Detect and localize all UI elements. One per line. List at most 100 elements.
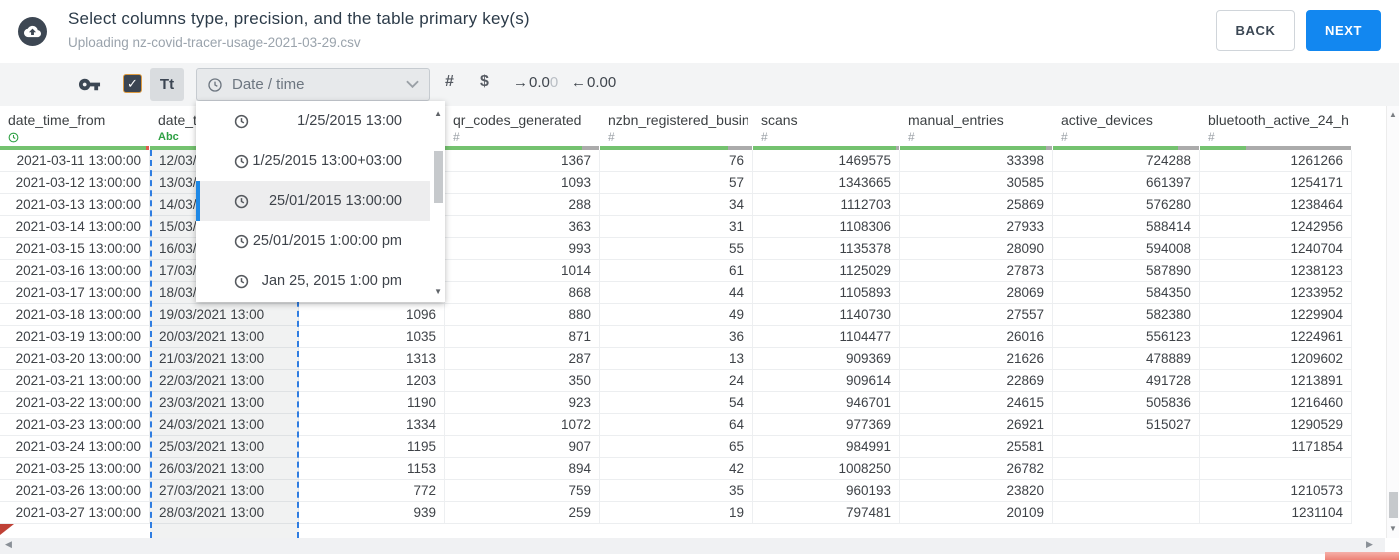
cell: 1072 — [445, 414, 600, 435]
horizontal-scrollbar[interactable]: ◀ ▶ — [0, 538, 1385, 554]
page-title: Select columns type, precision, and the … — [68, 9, 530, 28]
cell: 1238123 — [1200, 260, 1352, 281]
column-header-scans[interactable]: scans # — [753, 106, 900, 146]
primary-key-button[interactable] — [78, 73, 101, 101]
vertical-scrollbar-thumb[interactable] — [1389, 492, 1398, 518]
cell: 24 — [600, 370, 753, 391]
cell: 797481 — [753, 502, 900, 523]
cell: 49 — [600, 304, 753, 325]
horizontal-scrollbar-red-thumb[interactable] — [1325, 552, 1399, 560]
cell: 2021-03-22 13:00:00 — [0, 392, 150, 413]
hash-type-icon: # — [1061, 130, 1068, 144]
table-row: 2021-03-18 13:00:00 19/03/2021 13:00 1096 8… — [0, 304, 1352, 326]
csv-import-wizard: Select columns type, precision, and the … — [0, 0, 1399, 560]
column-header-manual_entries[interactable]: manual_entries # — [900, 106, 1053, 146]
cell: 363 — [445, 216, 600, 237]
cell: 1261266 — [1200, 150, 1352, 171]
cell: 556123 — [1053, 326, 1200, 347]
cell: 588414 — [1053, 216, 1200, 237]
table-row: 2021-03-26 13:00:00 27/03/2021 13:00 772 75… — [0, 480, 1352, 502]
cell: 2021-03-11 13:00:00 — [0, 150, 150, 171]
column-header-date_time_from[interactable]: date_time_from — [0, 106, 150, 146]
cell: 1229904 — [1200, 304, 1352, 325]
cell: 909369 — [753, 348, 900, 369]
cell: 724288 — [1053, 150, 1200, 171]
currency-type-button[interactable]: $ — [480, 73, 489, 91]
column-header-active_devices[interactable]: active_devices # — [1053, 106, 1200, 146]
integer-type-button[interactable]: # — [445, 73, 454, 91]
scroll-right-arrow-icon[interactable]: ▶ — [1366, 539, 1373, 550]
column-header-nzbn_registered_busine[interactable]: nzbn_registered_busine # — [600, 106, 753, 146]
cell: 1238464 — [1200, 194, 1352, 215]
boolean-type-checkbox[interactable]: ✓ — [123, 74, 142, 93]
column-name: bluetooth_active_24_hr_ — [1208, 112, 1348, 128]
next-button[interactable]: NEXT — [1306, 10, 1381, 51]
dropdown-option[interactable]: 1/25/2015 13:00 — [196, 101, 430, 141]
cell: 36 — [600, 326, 753, 347]
cell: 2021-03-23 13:00:00 — [0, 414, 150, 435]
cell: 1231104 — [1200, 502, 1352, 523]
remove-decimal-button[interactable]: ← 0.00 — [571, 74, 616, 91]
datetime-format-dropdown-panel: 1/25/2015 13:00 1/25/2015 13:00+03:00 25/0… — [196, 101, 445, 302]
scroll-down-arrow-icon[interactable]: ▼ — [1387, 524, 1399, 533]
upload-cloud-icon — [18, 17, 47, 46]
cell: 27/03/2021 13:00 — [150, 480, 299, 501]
cell: 1343665 — [753, 172, 900, 193]
cell: 939 — [299, 502, 445, 523]
cell: 977369 — [753, 414, 900, 435]
chevron-down-icon — [406, 80, 419, 89]
cell: 1290529 — [1200, 414, 1352, 435]
cell: 65 — [600, 436, 753, 457]
back-button[interactable]: BACK — [1216, 10, 1295, 51]
datetime-type-dropdown[interactable]: Date / time — [196, 68, 430, 101]
cell: 1224961 — [1200, 326, 1352, 347]
column-name: active_devices — [1061, 112, 1153, 128]
cell: 287 — [445, 348, 600, 369]
cell: 759 — [445, 480, 600, 501]
add-decimal-button[interactable]: → 0.0 0 — [513, 74, 558, 91]
cell: 30585 — [900, 172, 1053, 193]
dropdown-option[interactable]: 25/01/2015 13:00:00 — [196, 181, 430, 221]
vertical-scrollbar[interactable]: ▲ ▼ — [1386, 106, 1399, 538]
cell: 984991 — [753, 436, 900, 457]
dropdown-scroll-up-icon[interactable]: ▲ — [434, 109, 442, 118]
column-header-bluetooth_active_24_hr_[interactable]: bluetooth_active_24_hr_ # — [1200, 106, 1352, 146]
dropdown-option-label: 25/01/2015 1:00:00 pm — [252, 233, 402, 249]
cell: 2021-03-13 13:00:00 — [0, 194, 150, 215]
hash-type-icon: # — [761, 130, 768, 144]
column-header-qr_codes_generated[interactable]: qr_codes_generated # — [445, 106, 600, 146]
cell: 923 — [445, 392, 600, 413]
cell: 1105893 — [753, 282, 900, 303]
abc-type-icon: Abc — [158, 131, 179, 143]
cell: 960193 — [753, 480, 900, 501]
dropdown-scroll-down-icon[interactable]: ▼ — [434, 287, 442, 296]
dropdown-options-list: 1/25/2015 13:00 1/25/2015 13:00+03:00 25/0… — [196, 101, 445, 301]
cell: 22869 — [900, 370, 1053, 391]
scroll-left-arrow-icon[interactable]: ◀ — [5, 539, 12, 550]
clock-icon — [234, 194, 249, 208]
error-flag-icon — [0, 524, 14, 535]
cell: 21626 — [900, 348, 1053, 369]
dropdown-scrollbar-thumb[interactable] — [434, 151, 443, 203]
table-row: 2021-03-27 13:00:00 28/03/2021 13:00 939 25… — [0, 502, 1352, 524]
cell: 25869 — [900, 194, 1053, 215]
text-type-button[interactable]: Tt — [150, 68, 184, 101]
cell: 582380 — [1053, 304, 1200, 325]
header-bar: Select columns type, precision, and the … — [0, 0, 1399, 63]
clock-icon — [208, 77, 222, 92]
table-row: 2021-03-25 13:00:00 26/03/2021 13:00 1153 8… — [0, 458, 1352, 480]
cell: 28/03/2021 13:00 — [150, 502, 299, 523]
table-row: 2021-03-22 13:00:00 23/03/2021 13:00 1190 9… — [0, 392, 1352, 414]
cell: 1014 — [445, 260, 600, 281]
table-row: 2021-03-24 13:00:00 25/03/2021 13:00 1195 9… — [0, 436, 1352, 458]
cell: 57 — [600, 172, 753, 193]
hash-type-icon: # — [608, 130, 615, 144]
scroll-up-arrow-icon[interactable]: ▲ — [1387, 110, 1399, 119]
dropdown-option[interactable]: 1/25/2015 13:00+03:00 — [196, 141, 430, 181]
table-row: 2021-03-19 13:00:00 20/03/2021 13:00 1035 8… — [0, 326, 1352, 348]
cell: 868 — [445, 282, 600, 303]
dropdown-option[interactable]: Jan 25, 2015 1:00 pm — [196, 261, 430, 301]
dropdown-option[interactable]: 25/01/2015 1:00:00 pm — [196, 221, 430, 261]
cell: 2021-03-12 13:00:00 — [0, 172, 150, 193]
cell: 1096 — [299, 304, 445, 325]
